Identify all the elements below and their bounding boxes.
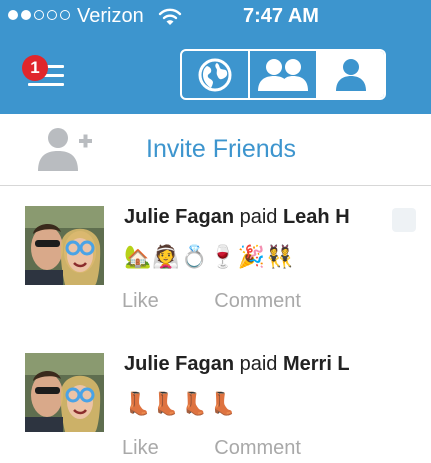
- payment-verb: paid: [239, 206, 278, 228]
- payer-name[interactable]: Julie Fagan: [124, 353, 234, 375]
- app-header: Verizon 7:47 AM 1: [0, 0, 431, 114]
- comment-button[interactable]: Comment: [214, 437, 301, 460]
- avatar[interactable]: [25, 353, 104, 432]
- payee-name[interactable]: Merri L: [283, 353, 350, 375]
- payment-description: Julie Fagan paid Merri L: [124, 353, 350, 376]
- tab-friends[interactable]: [248, 51, 316, 98]
- like-button[interactable]: Like: [122, 290, 159, 313]
- person-icon: [336, 58, 366, 91]
- comment-button[interactable]: Comment: [214, 290, 301, 313]
- feed-item[interactable]: Julie Fagan paid Leah H 🏡👰💍🍷🎉👯 Like Comm…: [0, 186, 431, 334]
- menu-line: [28, 83, 64, 86]
- clock: 7:47 AM: [243, 5, 319, 27]
- payment-note: 🏡👰💍🍷🎉👯: [124, 244, 295, 269]
- globe-icon: [198, 58, 232, 91]
- feed-actions: Like Comment: [122, 290, 301, 313]
- invite-friends-label: Invite Friends: [146, 135, 297, 163]
- wifi-icon: [158, 8, 182, 31]
- notification-badge: 1: [22, 55, 48, 81]
- payment-verb: paid: [239, 353, 278, 375]
- tab-global[interactable]: [182, 51, 248, 98]
- payee-name[interactable]: Leah H: [283, 206, 350, 228]
- tab-me[interactable]: [316, 51, 384, 98]
- payer-name[interactable]: Julie Fagan: [124, 206, 234, 228]
- menu-button[interactable]: 1: [22, 55, 68, 95]
- signal-strength-icon: [8, 10, 70, 20]
- payment-note: 👢👢👢👢: [124, 391, 238, 416]
- carrier-name: Verizon: [77, 5, 144, 27]
- status-bar: Verizon 7:47 AM: [0, 0, 431, 36]
- friends-icon: [258, 58, 308, 91]
- avatar[interactable]: [25, 206, 104, 285]
- overflow-chip: [392, 208, 416, 232]
- feed-item[interactable]: Julie Fagan paid Merri L 👢👢👢👢 Like Comme…: [0, 333, 431, 463]
- feed-filter-tabs: [180, 49, 386, 100]
- payment-description: Julie Fagan paid Leah H: [124, 206, 350, 229]
- invite-friends-row[interactable]: Invite Friends: [0, 114, 431, 186]
- like-button[interactable]: Like: [122, 437, 159, 460]
- feed-actions: Like Comment: [122, 437, 301, 460]
- add-friend-icon: [36, 126, 96, 177]
